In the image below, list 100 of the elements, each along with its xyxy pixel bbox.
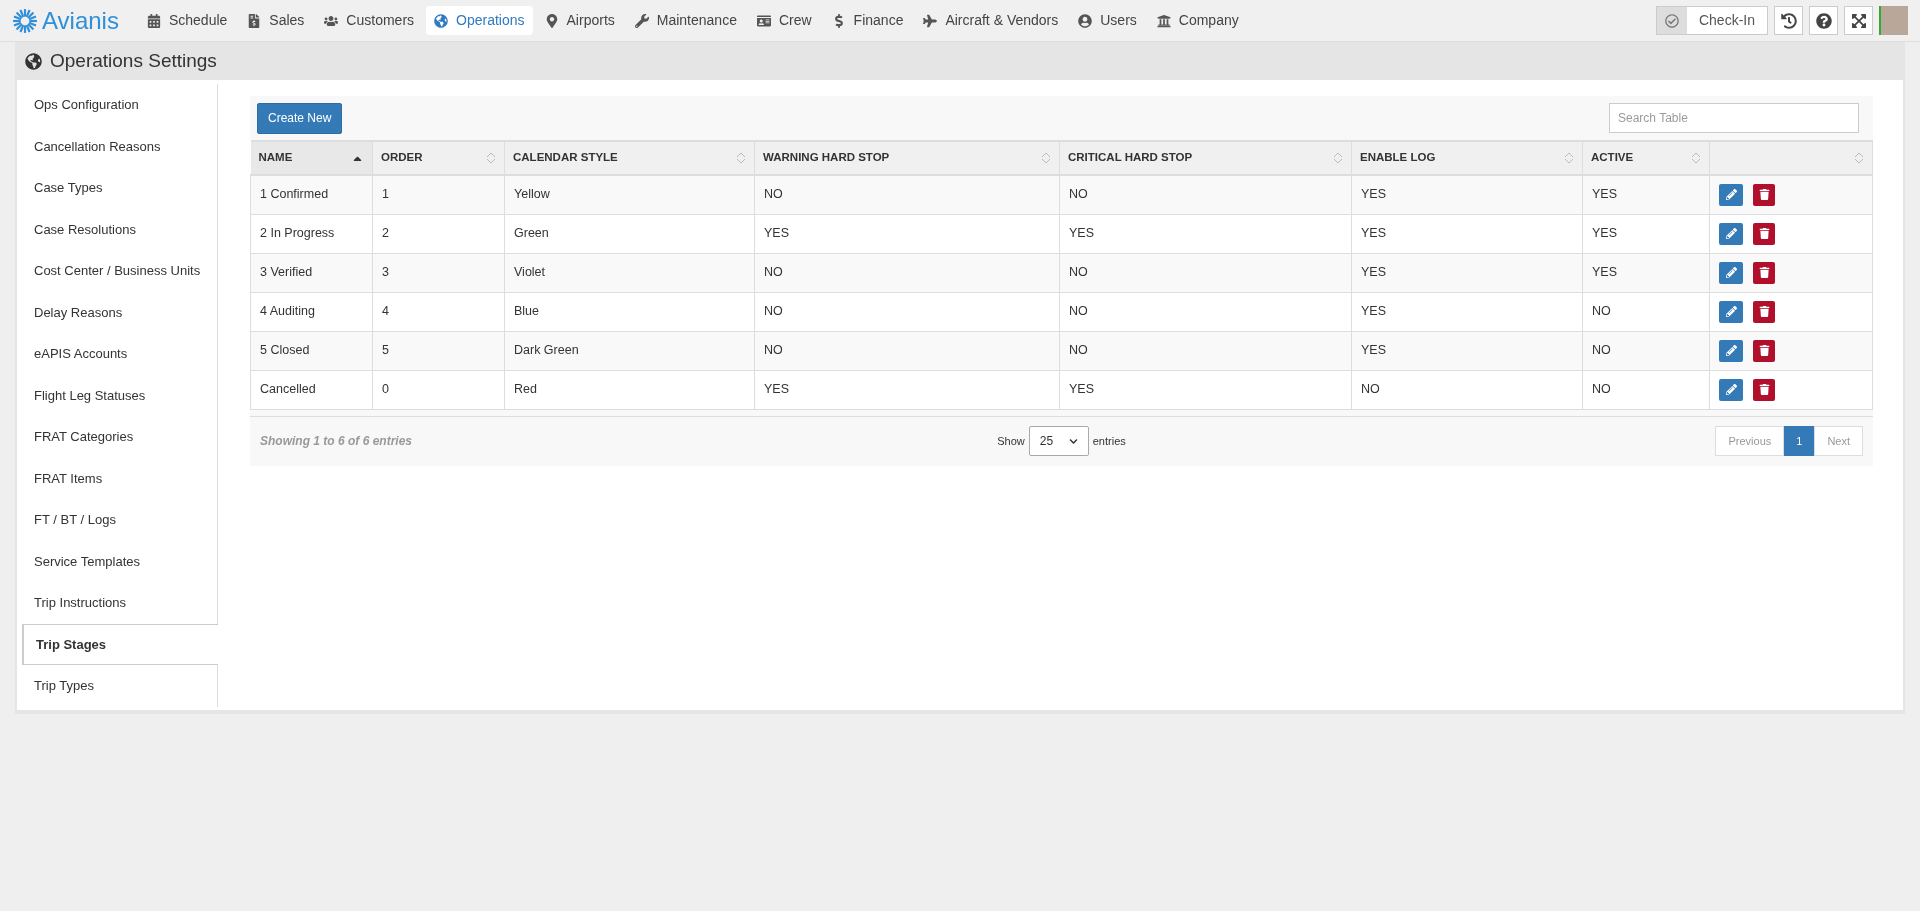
column-header[interactable]: ACTIVE (1582, 141, 1710, 175)
create-new-button[interactable]: Create New (257, 102, 343, 134)
sidebar-item[interactable]: eAPIS Accounts (22, 333, 218, 375)
pencil-icon (1725, 228, 1737, 239)
table-cell: NO (1582, 292, 1710, 331)
delete-button[interactable] (1753, 339, 1775, 362)
table-cell: 2 In Progress (250, 214, 373, 253)
page-button[interactable]: 1 (1784, 426, 1815, 456)
delete-button[interactable] (1753, 261, 1775, 284)
table-cell: Yellow (504, 175, 755, 214)
table-cell: NO (754, 292, 1060, 331)
table-cell: YES (1351, 214, 1583, 253)
nav-tab[interactable]: Operations (426, 6, 533, 35)
pencil-icon (1725, 306, 1737, 317)
table-cell: Dark Green (504, 331, 755, 370)
sidebar-item[interactable]: FRAT Categories (22, 416, 218, 458)
column-header[interactable]: ORDER (372, 141, 505, 175)
sidebar-item[interactable]: Cancellation Reasons (22, 125, 218, 167)
sidebar-item[interactable]: Case Resolutions (22, 208, 218, 250)
edit-button[interactable] (1719, 378, 1743, 401)
nav-tab[interactable]: Company (1148, 6, 1247, 35)
table-cell: 5 (372, 331, 505, 370)
sidebar-item[interactable]: Flight Leg Statuses (22, 374, 218, 416)
table-cell: Red (504, 370, 755, 409)
column-header[interactable]: WARNING HARD STOP (754, 141, 1060, 175)
table-cell: NO (754, 331, 1060, 370)
delete-button[interactable] (1753, 300, 1775, 323)
nav-tab[interactable]: Users (1070, 6, 1145, 35)
delete-button[interactable] (1753, 378, 1775, 401)
nav-tab[interactable]: Schedule (138, 6, 236, 35)
table-cell: 1 (372, 175, 505, 214)
edit-button[interactable] (1719, 222, 1743, 245)
column-header[interactable]: NAME (250, 141, 373, 175)
table-cell: NO (1059, 292, 1352, 331)
nav-tab[interactable]: Airports (536, 6, 623, 35)
edit-button[interactable] (1719, 300, 1743, 323)
delete-button[interactable] (1753, 183, 1775, 206)
table-cell: Blue (504, 292, 755, 331)
nav-tab[interactable]: Customers (316, 6, 423, 35)
table-cell: 1 Confirmed (250, 175, 373, 214)
bank-icon (1156, 13, 1171, 28)
pencil-icon (1725, 345, 1737, 356)
nav-tab[interactable]: Aircraft & Vendors (915, 6, 1067, 35)
history-button[interactable] (1774, 6, 1803, 35)
sidebar-item[interactable]: Delay Reasons (22, 291, 218, 333)
sidebar-item[interactable]: Trip Instructions (22, 582, 218, 624)
table-cell: YES (1351, 175, 1583, 214)
table-cell: YES (1582, 253, 1710, 292)
expand-icon (1850, 12, 1867, 29)
sidebar-item[interactable]: Service Templates (22, 540, 218, 582)
nav-tab[interactable]: Crew (748, 6, 820, 35)
table-cell: YES (754, 214, 1060, 253)
sidebar-item[interactable]: Case Types (22, 167, 218, 209)
trash-icon (1758, 345, 1770, 356)
table-cell: NO (754, 175, 1060, 214)
table-cell: Cancelled (250, 370, 373, 409)
pencil-icon (1725, 384, 1737, 395)
edit-button[interactable] (1719, 183, 1743, 206)
table-cell: 5 Closed (250, 331, 373, 370)
page-size-select[interactable]: 25 (1028, 426, 1089, 456)
globe-icon (25, 52, 42, 70)
trash-icon (1758, 306, 1770, 317)
column-header[interactable]: CALENDAR STYLE (504, 141, 755, 175)
edit-button[interactable] (1719, 261, 1743, 284)
nav-tab[interactable]: Sales (239, 6, 313, 35)
check-in-button[interactable]: Check-In (1655, 6, 1768, 35)
nav-tab[interactable]: Maintenance (626, 6, 745, 35)
table-cell: 3 Verified (250, 253, 373, 292)
table-cell: NO (1582, 331, 1710, 370)
pencil-icon (1725, 267, 1737, 278)
plane-icon (923, 13, 938, 28)
sidebar-item[interactable]: Trip Stages (22, 623, 218, 665)
fullscreen-button[interactable] (1844, 6, 1873, 35)
sidebar-item[interactable]: Trip Types (22, 665, 218, 707)
column-header[interactable]: CRITICAL HARD STOP (1059, 141, 1352, 175)
map-pin-icon (544, 13, 559, 28)
table-cell: NO (1351, 370, 1583, 409)
help-button[interactable] (1809, 6, 1838, 35)
trash-icon (1758, 384, 1770, 395)
id-card-icon (756, 13, 771, 28)
table-cell: NO (1059, 253, 1352, 292)
sidebar-item[interactable]: Cost Center / Business Units (22, 250, 218, 292)
table-cell: YES (1351, 253, 1583, 292)
table-cell: YES (1351, 331, 1583, 370)
sidebar-item[interactable]: Ops Configuration (22, 84, 218, 126)
nav-tab[interactable]: Finance (823, 6, 912, 35)
trash-icon (1758, 267, 1770, 278)
delete-button[interactable] (1753, 222, 1775, 245)
column-header[interactable]: ENABLE LOG (1351, 141, 1583, 175)
table-cell: 2 (372, 214, 505, 253)
sidebar-item[interactable]: FT / BT / Logs (22, 499, 218, 541)
table-cell: YES (1582, 214, 1710, 253)
search-field[interactable]: Search Table (1609, 103, 1859, 133)
table-cell: NO (1059, 331, 1352, 370)
edit-button[interactable] (1719, 339, 1743, 362)
table-cell: YES (1059, 214, 1352, 253)
table-cell: 4 Auditing (250, 292, 373, 331)
sidebar-item[interactable]: FRAT Items (22, 457, 218, 499)
trash-icon (1758, 228, 1770, 239)
calendar-icon (146, 13, 161, 28)
